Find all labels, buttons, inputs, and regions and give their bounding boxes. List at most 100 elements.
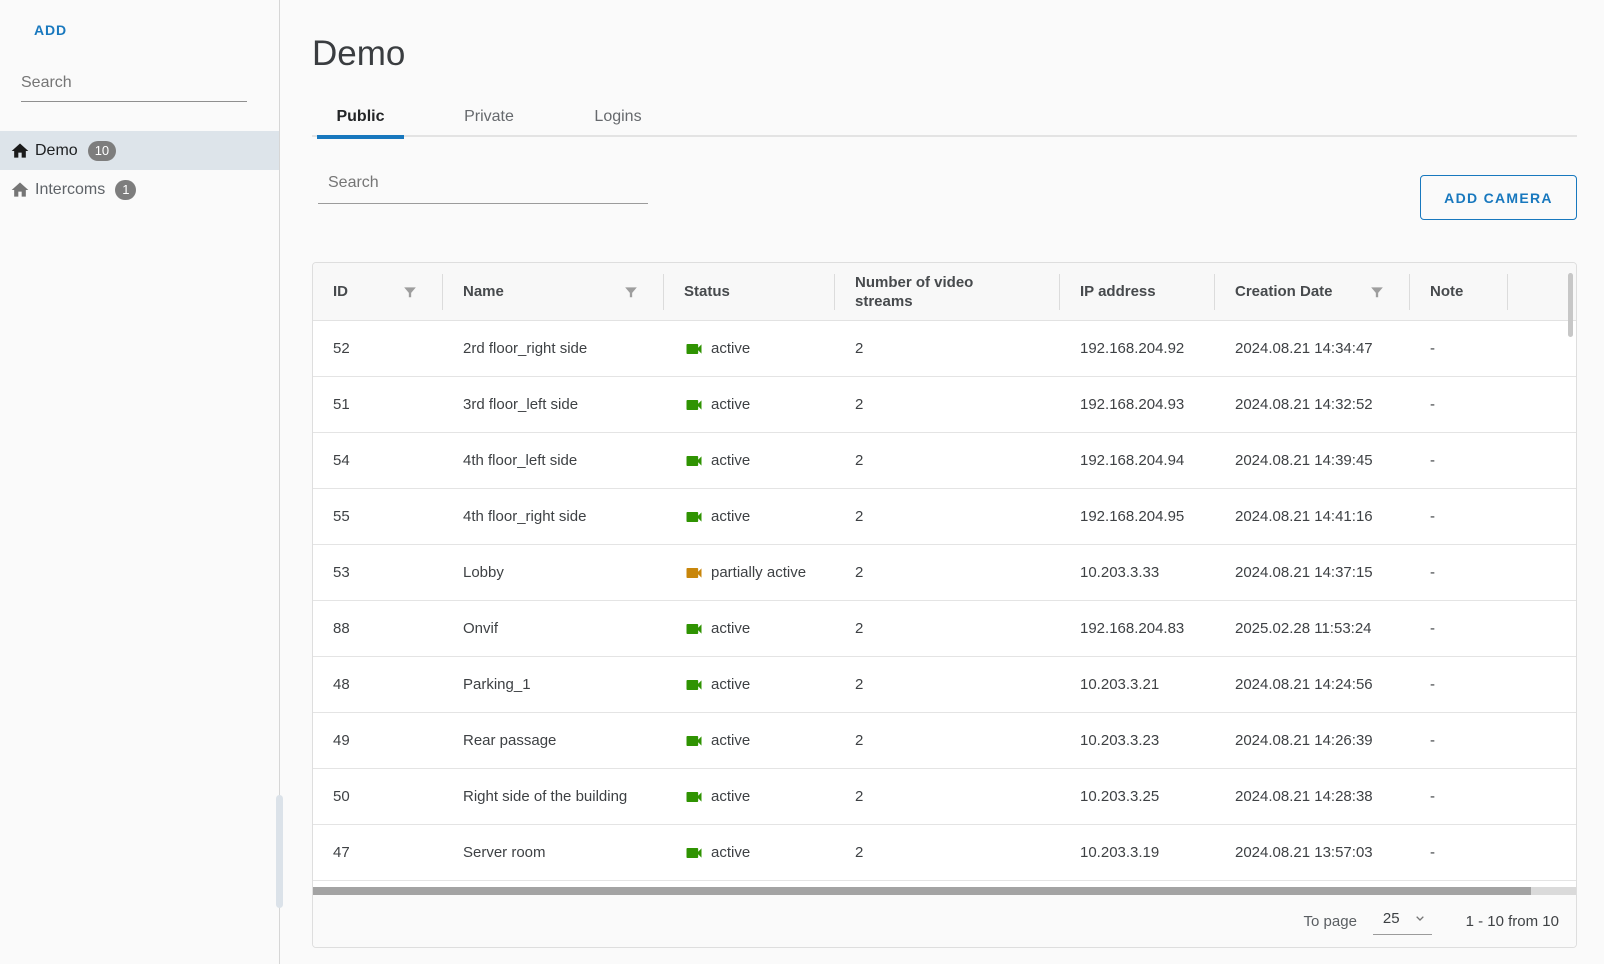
page-size-value: 25	[1383, 910, 1400, 927]
sidebar-nav: Demo10 Intercoms 1	[0, 131, 279, 209]
column-header-label: ID	[333, 282, 348, 301]
cell-streams: 2	[835, 844, 1060, 861]
cell-creation-date: 2024.08.21 14:32:52	[1215, 396, 1410, 413]
cell-ip: 192.168.204.83	[1060, 620, 1215, 637]
tab-logins[interactable]: Logins	[569, 97, 667, 137]
tab-bar: Public Private Logins	[312, 97, 1577, 137]
tab-label: Public	[336, 108, 384, 126]
table-row[interactable]: 49Rear passageactive210.203.3.232024.08.…	[313, 713, 1576, 769]
column-header-label: Name	[463, 282, 504, 301]
table-row[interactable]: 47Server roomactive210.203.3.192024.08.2…	[313, 825, 1576, 881]
cell-name: Server room	[443, 844, 664, 861]
add-camera-button[interactable]: ADD CAMERA	[1420, 175, 1577, 220]
status-label: active	[711, 452, 750, 469]
table-row[interactable]: 88Onvifactive2192.168.204.832025.02.28 1…	[313, 601, 1576, 657]
cell-status: partially active	[664, 563, 835, 583]
home-icon	[10, 141, 30, 161]
camera-status-icon	[684, 563, 704, 583]
table-row[interactable]: 48Parking_1active210.203.3.212024.08.21 …	[313, 657, 1576, 713]
tab-public[interactable]: Public	[312, 97, 409, 137]
cell-name: Right side of the building	[443, 788, 664, 805]
table-horizontal-scrollbar-thumb[interactable]	[313, 887, 1531, 895]
add-button[interactable]: ADD	[34, 22, 67, 38]
cell-creation-date: 2025.02.28 11:53:24	[1215, 620, 1410, 637]
sidebar-item-label: Intercoms	[35, 181, 105, 199]
cell-name: 4th floor_right side	[443, 508, 664, 525]
cell-note: -	[1410, 396, 1508, 413]
cell-note: -	[1410, 508, 1508, 525]
table-row[interactable]: 513rd floor_left sideactive2192.168.204.…	[313, 377, 1576, 433]
filter-icon[interactable]	[624, 285, 638, 299]
status-label: active	[711, 844, 750, 861]
cell-streams: 2	[835, 452, 1060, 469]
cameras-table: IDNameStatusNumber of video streamsIP ad…	[312, 262, 1577, 948]
page-size-select[interactable]: 25	[1373, 908, 1432, 935]
camera-count-badge: 1	[115, 180, 136, 200]
column-header-id: ID	[313, 263, 443, 320]
table-row[interactable]: 50Right side of the buildingactive210.20…	[313, 769, 1576, 825]
cell-id: 53	[313, 564, 443, 581]
camera-status-icon	[684, 787, 704, 807]
cell-id: 52	[313, 340, 443, 357]
to-page-label: To page	[1304, 913, 1357, 930]
table-row[interactable]: 554th floor_right sideactive2192.168.204…	[313, 489, 1576, 545]
camera-status-icon	[684, 395, 704, 415]
cell-id: 49	[313, 732, 443, 749]
cell-note: -	[1410, 620, 1508, 637]
cell-streams: 2	[835, 508, 1060, 525]
cell-ip: 192.168.204.92	[1060, 340, 1215, 357]
column-header-name: Name	[443, 263, 664, 320]
pagination-range-label: 1 - 10 from 10	[1466, 913, 1559, 930]
cell-creation-date: 2024.08.21 14:34:47	[1215, 340, 1410, 357]
cell-ip: 192.168.204.93	[1060, 396, 1215, 413]
filter-icon[interactable]	[1370, 285, 1384, 299]
cell-streams: 2	[835, 620, 1060, 637]
cell-ip: 10.203.3.23	[1060, 732, 1215, 749]
sidebar-search-input[interactable]	[21, 70, 247, 102]
cell-streams: 2	[835, 788, 1060, 805]
cell-streams: 2	[835, 396, 1060, 413]
cell-status: active	[664, 619, 835, 639]
camera-status-icon	[684, 451, 704, 471]
status-label: active	[711, 788, 750, 805]
chevron-down-icon	[1412, 910, 1428, 926]
cell-creation-date: 2024.08.21 14:41:16	[1215, 508, 1410, 525]
cell-note: -	[1410, 788, 1508, 805]
column-header-note: Note	[1410, 263, 1508, 320]
table-search-input[interactable]	[318, 168, 648, 204]
cell-name: Onvif	[443, 620, 664, 637]
cell-status: active	[664, 675, 835, 695]
tab-label: Logins	[594, 108, 641, 126]
cell-note: -	[1410, 844, 1508, 861]
tab-private[interactable]: Private	[409, 97, 569, 137]
cell-streams: 2	[835, 676, 1060, 693]
cell-name: 2rd floor_right side	[443, 340, 664, 357]
table-row[interactable]: 522rd floor_right sideactive2192.168.204…	[313, 321, 1576, 377]
cell-note: -	[1410, 564, 1508, 581]
tab-label: Private	[464, 108, 514, 126]
column-header-creation-date: Creation Date	[1215, 263, 1410, 320]
cell-status: active	[664, 339, 835, 359]
cell-name: Lobby	[443, 564, 664, 581]
table-row[interactable]: 53Lobbypartially active210.203.3.332024.…	[313, 545, 1576, 601]
filter-icon[interactable]	[403, 285, 417, 299]
table-vertical-scrollbar-thumb[interactable]	[1568, 273, 1573, 337]
column-header-label: Creation Date	[1235, 282, 1333, 301]
sidebar-item-demo[interactable]: Demo10	[0, 131, 279, 170]
cell-status: active	[664, 451, 835, 471]
sidebar-scrollbar-thumb[interactable]	[276, 795, 283, 908]
sidebar: ADD Demo10 Intercoms 1	[0, 0, 280, 964]
camera-status-icon	[684, 507, 704, 527]
cell-creation-date: 2024.08.21 14:37:15	[1215, 564, 1410, 581]
status-label: active	[711, 676, 750, 693]
table-horizontal-scrollbar[interactable]	[313, 887, 1576, 895]
table-search	[318, 168, 648, 204]
table-row[interactable]: 544th floor_left sideactive2192.168.204.…	[313, 433, 1576, 489]
column-header-status: Status	[664, 263, 835, 320]
sidebar-item-intercoms[interactable]: Intercoms 1	[0, 170, 279, 209]
status-label: active	[711, 732, 750, 749]
camera-status-icon	[684, 843, 704, 863]
status-label: active	[711, 396, 750, 413]
cell-status: active	[664, 731, 835, 751]
cell-name: Parking_1	[443, 676, 664, 693]
